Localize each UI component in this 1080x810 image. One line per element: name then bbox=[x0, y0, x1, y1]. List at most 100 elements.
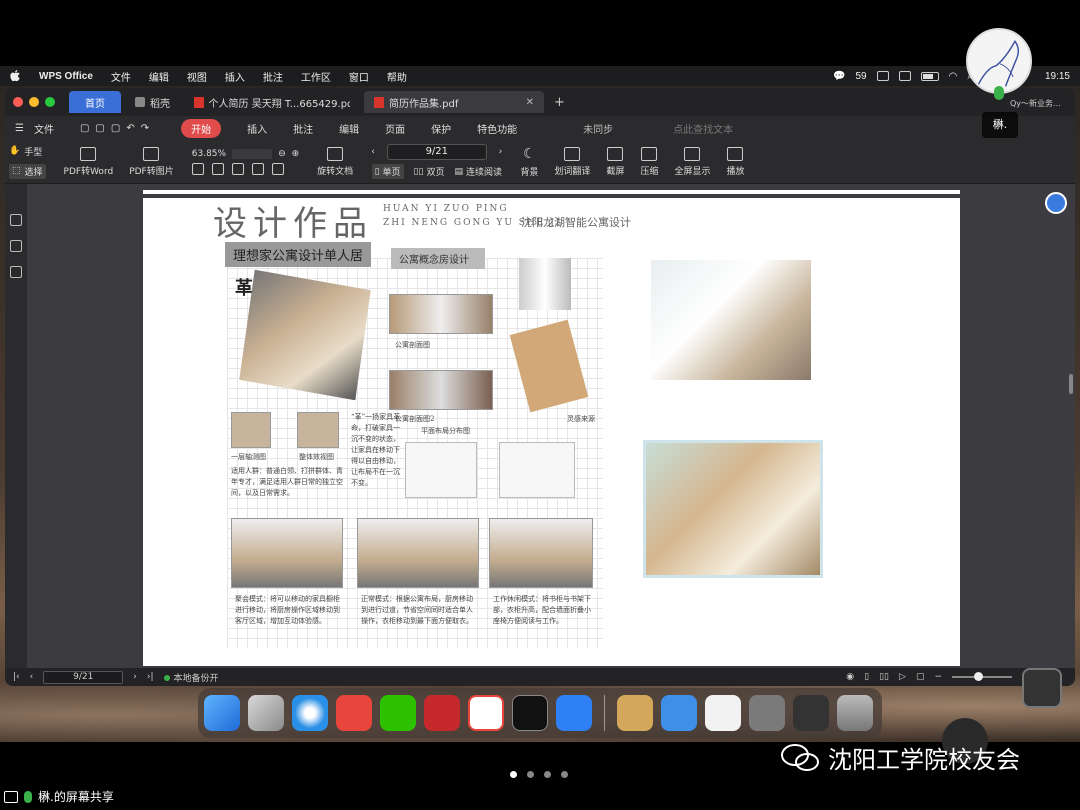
new-tab-icon[interactable]: + bbox=[554, 95, 565, 110]
tab-home[interactable]: 首页 bbox=[69, 91, 121, 113]
hand-tool[interactable]: ✋ 手型 bbox=[9, 145, 46, 158]
zoom-slider[interactable] bbox=[952, 672, 1012, 681]
tab-shell[interactable]: 稻壳 bbox=[125, 91, 180, 113]
menubar-time[interactable]: 19:15 bbox=[1045, 71, 1070, 82]
play-status-icon[interactable]: ▷ bbox=[899, 672, 906, 682]
menu-page[interactable]: 页面 bbox=[385, 121, 405, 136]
page-number-input[interactable]: 9/21 bbox=[386, 144, 487, 160]
wechat-tray-icon[interactable]: 💬 bbox=[833, 71, 845, 82]
autocad-icon[interactable] bbox=[424, 695, 460, 731]
rotate-doc-button[interactable]: 旋转文档 bbox=[317, 146, 353, 177]
zoom-value[interactable]: 63.85% bbox=[192, 149, 226, 159]
next-page-status-icon[interactable]: › bbox=[133, 672, 137, 682]
trash-icon[interactable] bbox=[837, 695, 873, 731]
zoom-window-button[interactable] bbox=[45, 97, 55, 107]
vertical-scrollbar[interactable] bbox=[1069, 374, 1073, 394]
compress-button[interactable]: 压缩 bbox=[640, 146, 658, 177]
page-dot[interactable] bbox=[544, 771, 551, 778]
menu-protect[interactable]: 保护 bbox=[431, 121, 451, 136]
eye-icon[interactable]: ◉ bbox=[846, 672, 854, 682]
menu-icon[interactable]: ☰ bbox=[15, 123, 24, 134]
menubar-item-file[interactable]: 文件 bbox=[111, 69, 131, 84]
backup-status[interactable]: 本地备份开 bbox=[163, 671, 219, 684]
translate-button[interactable]: 划词翻译 bbox=[554, 146, 590, 177]
screenshot-button[interactable]: 截屏 bbox=[606, 146, 624, 177]
menubar-item-insert[interactable]: 插入 bbox=[225, 69, 245, 84]
screenshot-thumb-icon[interactable] bbox=[749, 695, 785, 731]
window-thumb-icon[interactable] bbox=[793, 695, 829, 731]
menu-file[interactable]: 文件 bbox=[34, 121, 54, 136]
tab-resume-doc[interactable]: 个人简历 吴天翔 T...665429.pdf bbox=[184, 91, 360, 113]
menu-edit[interactable]: 编辑 bbox=[339, 121, 359, 136]
apple-icon[interactable] bbox=[10, 70, 21, 82]
zoom-in-icon[interactable]: ⊕ bbox=[292, 149, 300, 159]
menubar-item-edit[interactable]: 编辑 bbox=[149, 69, 169, 84]
page-dot[interactable] bbox=[510, 771, 517, 778]
single-page-button[interactable]: ▯ 单页 bbox=[371, 164, 404, 179]
zoom-out-status-icon[interactable]: − bbox=[934, 672, 942, 682]
battery-icon[interactable] bbox=[920, 71, 939, 81]
quick-access-icons[interactable]: ▢▢▢↶↷ bbox=[80, 123, 155, 134]
continuous-button[interactable]: ▤ 连续阅读 bbox=[454, 164, 502, 179]
menubar-item-comment[interactable]: 批注 bbox=[263, 69, 283, 84]
keyboard-tray-icon[interactable] bbox=[898, 71, 911, 81]
next-page-icon[interactable]: › bbox=[499, 147, 503, 157]
wps-icon[interactable] bbox=[468, 695, 504, 731]
page-dot[interactable] bbox=[561, 771, 568, 778]
wechat-icon[interactable] bbox=[380, 695, 416, 731]
annotate-button[interactable] bbox=[1022, 668, 1062, 708]
select-tool[interactable]: ⬚ 选择 bbox=[9, 163, 46, 179]
zoom-out-icon[interactable]: ⊖ bbox=[278, 149, 286, 159]
safari-icon[interactable] bbox=[292, 695, 328, 731]
terminal-icon[interactable] bbox=[512, 695, 548, 731]
fit-icon[interactable]: ▢ bbox=[916, 672, 925, 682]
prev-page-status-icon[interactable]: ‹ bbox=[30, 672, 34, 682]
menu-start[interactable]: 开始 bbox=[181, 118, 222, 138]
double-view-icon[interactable]: ▯▯ bbox=[879, 672, 889, 682]
menubar-item-workspace[interactable]: 工作区 bbox=[301, 69, 331, 84]
document-thumb-icon[interactable] bbox=[705, 695, 741, 731]
zoom-dropdown[interactable] bbox=[232, 148, 273, 159]
fit-width-icon[interactable] bbox=[231, 162, 244, 175]
menubar-app-name[interactable]: WPS Office bbox=[39, 71, 93, 82]
pdf-to-image-button[interactable]: PDF转图片 bbox=[129, 146, 174, 177]
menu-features[interactable]: 特色功能 bbox=[477, 121, 517, 136]
menubar-item-window[interactable]: 窗口 bbox=[349, 69, 369, 84]
page-dot[interactable] bbox=[527, 771, 534, 778]
menubar-item-help[interactable]: 帮助 bbox=[387, 69, 407, 84]
document-viewport[interactable]: 设计作品 HUAN YI ZUO PING ZHI NENG GONG YU SH… bbox=[5, 184, 1075, 668]
netease-music-icon[interactable] bbox=[336, 695, 372, 731]
archive-icon[interactable] bbox=[617, 695, 653, 731]
sync-status[interactable]: 未同步 bbox=[583, 121, 613, 136]
fit-page-icon[interactable] bbox=[211, 162, 224, 175]
background-button[interactable]: ☾ 背景 bbox=[520, 146, 538, 178]
find-text-input[interactable]: 点此查找文本 bbox=[673, 121, 733, 136]
pdf-to-word-button[interactable]: PDF转Word bbox=[64, 146, 113, 177]
single-view-icon[interactable]: ▯ bbox=[864, 672, 869, 682]
double-page-button[interactable]: ▯▯ 双页 bbox=[414, 164, 445, 179]
menu-insert[interactable]: 插入 bbox=[247, 121, 267, 136]
menubar-item-view[interactable]: 视图 bbox=[187, 69, 207, 84]
wifi-icon[interactable]: ◠ bbox=[949, 71, 958, 82]
rotate-left-icon[interactable] bbox=[251, 162, 264, 175]
menu-comment[interactable]: 批注 bbox=[293, 121, 313, 136]
prev-page-icon[interactable]: ‹ bbox=[371, 147, 375, 157]
folder-icon[interactable] bbox=[661, 695, 697, 731]
launchpad-icon[interactable] bbox=[248, 695, 284, 731]
status-page-input[interactable]: 9/21 bbox=[43, 670, 124, 684]
feishu-icon[interactable] bbox=[556, 695, 592, 731]
outline-icon[interactable] bbox=[10, 214, 22, 226]
actual-size-icon[interactable] bbox=[191, 162, 204, 175]
last-page-icon[interactable]: ›| bbox=[147, 672, 154, 682]
page-indicator[interactable] bbox=[510, 771, 568, 778]
tab-portfolio-doc[interactable]: 简历作品集.pdf ✕ bbox=[364, 91, 544, 113]
fullscreen-button[interactable]: 全屏显示 bbox=[674, 146, 710, 177]
play-button[interactable]: 播放 bbox=[726, 146, 745, 177]
close-window-button[interactable] bbox=[13, 97, 23, 107]
minimize-window-button[interactable] bbox=[29, 97, 39, 107]
thumbnail-icon[interactable] bbox=[10, 240, 22, 252]
first-page-icon[interactable]: |‹ bbox=[13, 672, 20, 682]
rotate-right-icon[interactable] bbox=[271, 162, 284, 175]
floating-tool-button[interactable] bbox=[1045, 192, 1067, 214]
close-tab-icon[interactable]: ✕ bbox=[526, 97, 534, 108]
